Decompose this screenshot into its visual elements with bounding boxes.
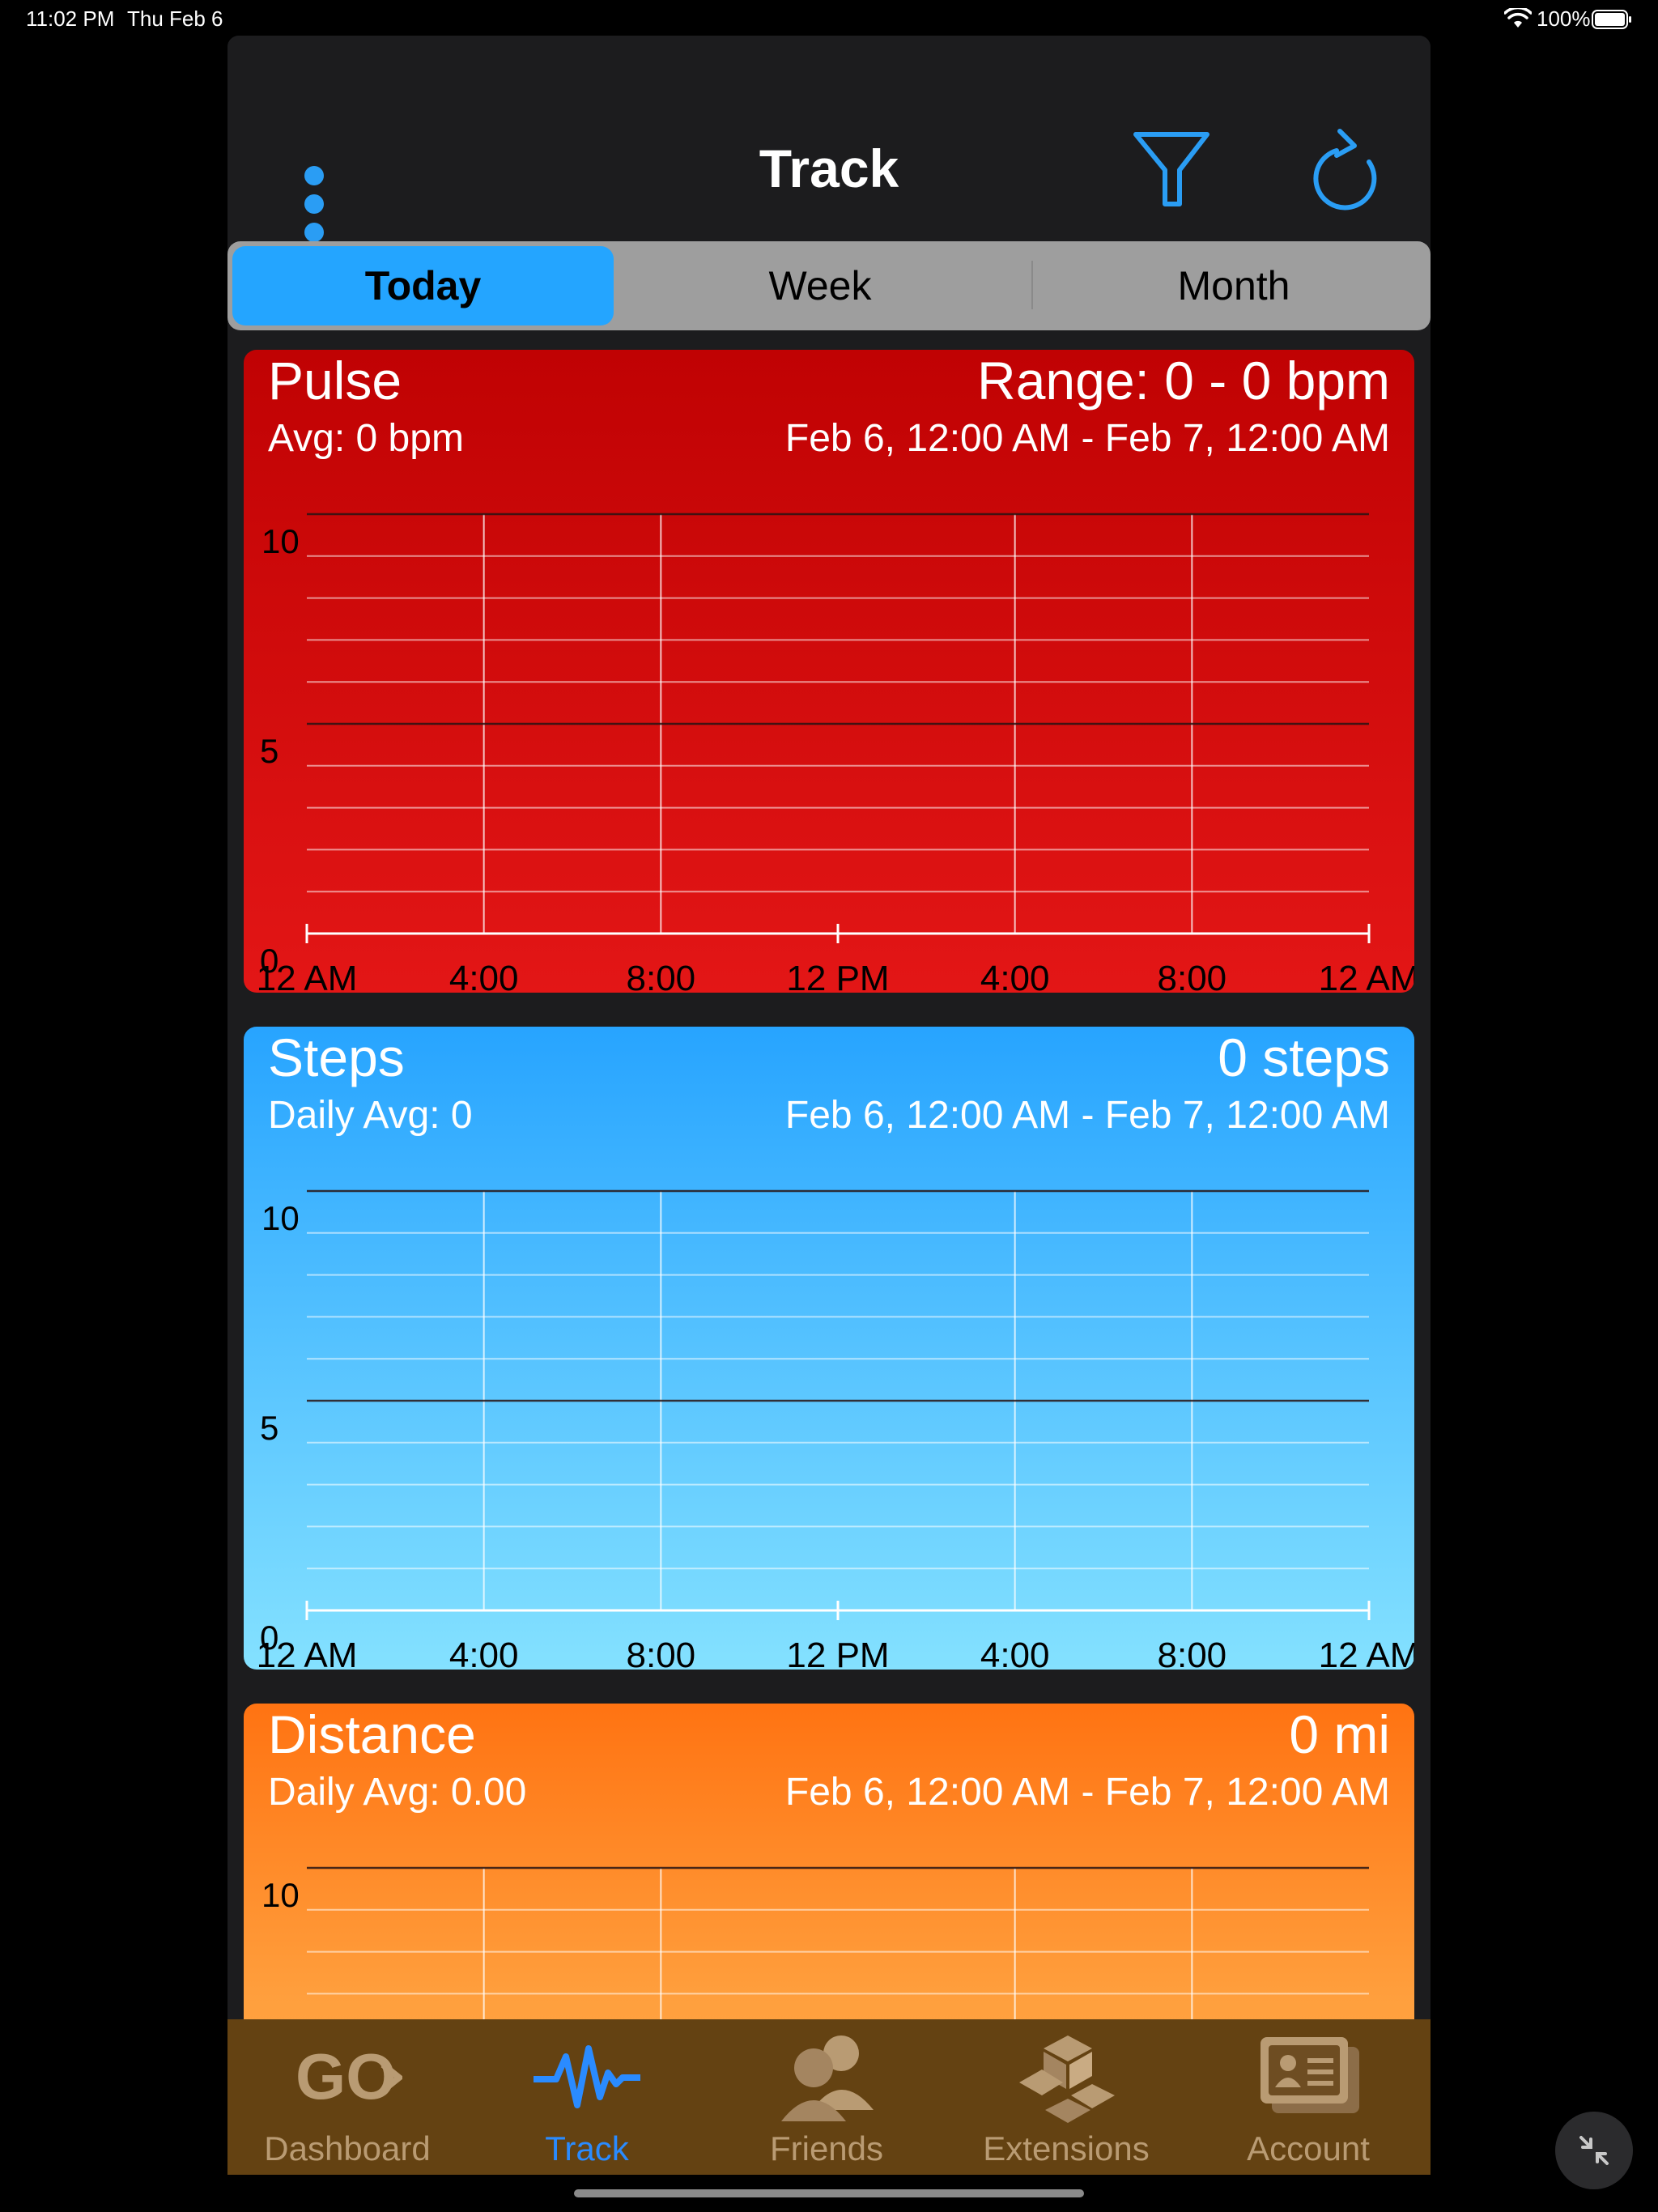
segment-divider: [1031, 261, 1033, 309]
steps-card[interactable]: Steps 0 steps Daily Avg: 0 Feb 6, 12:00 …: [244, 1027, 1414, 1670]
cubes-icon: [1019, 2035, 1115, 2123]
steps-chart: 12 AM 4:00 8:00 12 PM 4:00 8:00 12 AM0510: [257, 1189, 1414, 1670]
refresh-icon[interactable]: [1304, 126, 1385, 215]
battery-percentage: 100%: [1537, 6, 1591, 31]
y-tick-label: 10: [261, 522, 300, 560]
tab-label: Extensions: [983, 2129, 1150, 2167]
status-time: 11:02 PM: [26, 6, 115, 31]
x-tick-label: 12 AM: [1319, 959, 1414, 993]
friends-icon: [781, 2035, 874, 2121]
x-tick-label: 8:00: [1158, 1636, 1227, 1670]
tab-label: Account: [1247, 2129, 1370, 2167]
tab-friends[interactable]: Friends: [707, 2019, 946, 2175]
x-tick-label: 4:00: [449, 959, 519, 993]
home-indicator[interactable]: [574, 2189, 1084, 2197]
filter-icon[interactable]: [1131, 130, 1212, 211]
tab-bar: GO Dashboard Track Friends Extensions Ac…: [227, 2019, 1431, 2175]
x-tick-label: 12 AM: [1319, 1636, 1414, 1670]
svg-text:GO: GO: [295, 2040, 396, 2112]
x-tick-label: 4:00: [449, 1636, 519, 1670]
y-tick-label: 0: [260, 1619, 278, 1657]
wifi-icon: [1504, 8, 1532, 28]
y-tick-label: 0: [260, 942, 278, 980]
x-tick-label: 8:00: [627, 959, 696, 993]
tab-dashboard[interactable]: GO Dashboard: [227, 2019, 467, 2175]
page-title: Track: [759, 138, 899, 198]
collapse-arrows-icon: [1579, 2136, 1609, 2165]
tab-extensions[interactable]: Extensions: [946, 2019, 1186, 2175]
account-card-icon: [1261, 2037, 1359, 2113]
x-tick-label: 12 PM: [786, 1636, 889, 1670]
y-tick-label: 5: [260, 1409, 278, 1447]
x-tick-label: 8:00: [1158, 959, 1227, 993]
y-tick-label: 10: [261, 1876, 300, 1914]
tab-track[interactable]: Track: [467, 2019, 707, 2175]
tab-label: Track: [545, 2129, 629, 2167]
x-tick-label: 8:00: [627, 1636, 696, 1670]
x-tick-label: 4:00: [980, 1636, 1050, 1670]
segment-today[interactable]: Today: [232, 246, 614, 325]
pulse-chart: 12 AM 4:00 8:00 12 PM 4:00 8:00 12 AM0510: [257, 513, 1414, 993]
collapse-window-button[interactable]: [1555, 2112, 1633, 2189]
segment-month[interactable]: Month: [1037, 241, 1431, 330]
status-bar: 11:02 PM Thu Feb 6 100%: [0, 0, 1658, 39]
app-window: Track Today Week Month Pulse Range: 0 - …: [227, 36, 1431, 2175]
y-tick-label: 5: [260, 732, 278, 770]
y-tick-label: 10: [261, 1199, 300, 1237]
x-tick-label: 12 PM: [786, 959, 889, 993]
tab-label: Friends: [769, 2129, 884, 2167]
battery-icon: [1592, 10, 1631, 29]
date-range-segmented-control: Today Week Month: [227, 241, 1431, 330]
navigation-bar: Track: [227, 36, 1431, 242]
x-tick-label: 4:00: [980, 959, 1050, 993]
pulse-wave-icon: [534, 2045, 640, 2108]
go-logo-icon: GO: [295, 2040, 402, 2112]
segment-week[interactable]: Week: [650, 241, 990, 330]
tab-label: Dashboard: [264, 2129, 431, 2167]
tab-account[interactable]: Account: [1186, 2019, 1431, 2175]
pulse-card[interactable]: Pulse Range: 0 - 0 bpm Avg: 0 bpm Feb 6,…: [244, 350, 1414, 993]
status-date: Thu Feb 6: [127, 6, 223, 31]
